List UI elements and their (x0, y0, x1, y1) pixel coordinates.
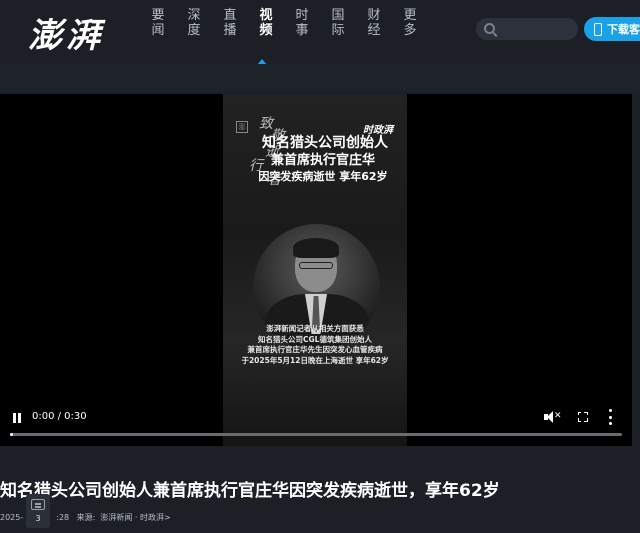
video-frame: 澎 致 敬 逝 行 者 时政湃 知名猎头公司创始人 兼首席执行官庄华 因突发疾病… (223, 94, 407, 446)
nav-item-bottom: 多 (403, 23, 417, 38)
nav-item[interactable]: 要闻 (140, 8, 176, 38)
nav-item-top: 深 (187, 8, 201, 23)
nav-item-bottom: 经 (367, 23, 381, 38)
nav-item[interactable]: 时事 (284, 8, 320, 38)
video-title-line: 因突发疾病逝世 享年62岁 (258, 170, 388, 183)
download-app-label: 下载客户端 (607, 23, 640, 36)
source-link[interactable]: 澎湃新闻 · 时政湃> (100, 513, 170, 522)
video-player[interactable]: 澎 致 敬 逝 行 者 时政湃 知名猎头公司创始人 兼首席执行官庄华 因突发疾病… (0, 94, 632, 446)
progress-bar[interactable] (10, 433, 622, 436)
nav-item-bottom: 际 (331, 23, 345, 38)
article-title: 知名猎头公司创始人兼首席执行官庄华因突发疾病逝世，享年62岁 (0, 481, 500, 501)
nav-item-bottom: 播 (223, 23, 237, 38)
comment-icon (31, 499, 45, 510)
download-app-button[interactable]: 下载客户端 (584, 17, 640, 41)
nav-item-bottom: 频 (259, 23, 273, 38)
progress-fill (10, 433, 14, 436)
nav-item[interactable]: 直播 (212, 8, 248, 38)
portrait-glasses (299, 262, 333, 269)
top-header: 澎湃 要闻深度直播视频时事国际财经更多 下载客户端 (0, 0, 640, 65)
search-icon[interactable] (484, 23, 495, 34)
more-options-icon[interactable] (609, 409, 613, 425)
nav-item-bottom: 度 (187, 23, 201, 38)
main-nav: 要闻深度直播视频时事国际财经更多 (140, 8, 428, 38)
site-logo[interactable]: 澎湃 (28, 8, 104, 57)
nav-item-top: 直 (223, 8, 237, 23)
caption-line: 兼首席执行官庄华先生因突发心血管疾病 (247, 345, 383, 354)
search-box[interactable] (476, 18, 578, 40)
playback-time: 0:00 / 0:30 (32, 411, 87, 422)
video-title: 知名猎头公司创始人 兼首席执行官庄华 因突发疾病逝世 享年62岁 (223, 134, 407, 185)
video-title-line: 兼首席执行官庄华 (270, 153, 375, 168)
caption-line: 澎湃新闻记者从相关方面获悉 (266, 324, 364, 333)
source-label: 来源: (76, 513, 96, 522)
header-band (0, 64, 640, 92)
phone-icon (594, 22, 602, 36)
nav-item-top: 财 (367, 8, 381, 23)
nav-item-bottom: 事 (295, 23, 309, 38)
nav-item-top: 国 (331, 8, 345, 23)
article-date: 2025- (0, 513, 24, 522)
caption-line: 于2025年5月12日晚在上海逝世 享年62岁 (241, 355, 389, 365)
article-time: :28 (56, 513, 70, 522)
caption-line: 知名猎头公司CGL德筑集团创始人 (258, 334, 372, 344)
nav-item[interactable]: 国际 (320, 8, 356, 38)
nav-item[interactable]: 深度 (176, 8, 212, 38)
comment-count: 3 (35, 514, 41, 523)
nav-item-top: 要 (151, 8, 165, 23)
nav-item[interactable]: 更多 (392, 8, 428, 38)
nav-item-top: 视 (259, 8, 273, 23)
nav-item-bottom: 闻 (151, 23, 165, 38)
nav-item[interactable]: 财经 (356, 8, 392, 38)
video-caption: 澎湃新闻记者从相关方面获悉 知名猎头公司CGL德筑集团创始人 兼首席执行官庄华先… (223, 324, 407, 366)
pause-icon[interactable] (12, 413, 22, 423)
nav-item-top: 更 (403, 8, 417, 23)
search-input[interactable] (502, 18, 572, 40)
portrait-hair (293, 238, 339, 258)
nav-item[interactable]: 视频 (248, 8, 284, 38)
mute-x-icon: ✕ (554, 411, 562, 421)
fullscreen-icon[interactable] (577, 411, 588, 422)
player-controls: 0:00 / 0:30 ✕ (0, 406, 632, 446)
nav-item-top: 时 (295, 8, 309, 23)
video-title-line: 知名猎头公司创始人 (262, 135, 388, 151)
comment-button[interactable]: 3 (26, 494, 50, 528)
